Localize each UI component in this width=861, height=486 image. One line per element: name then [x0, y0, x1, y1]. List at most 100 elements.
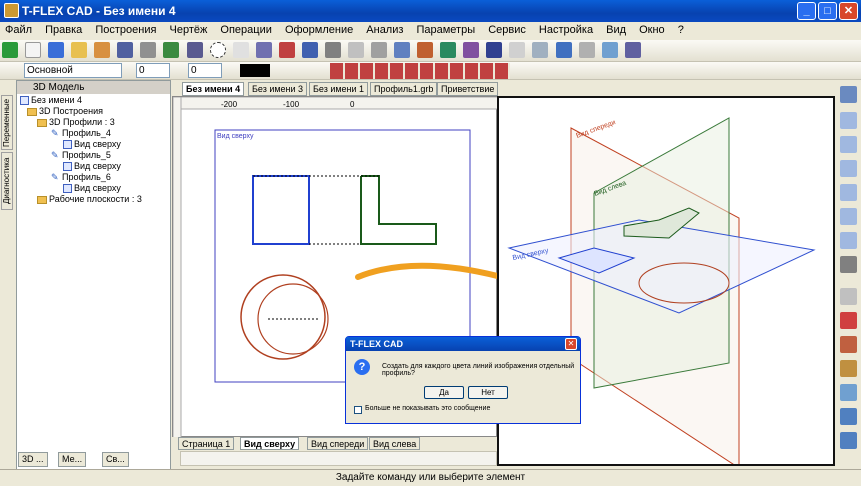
extrude-icon[interactable]	[440, 42, 457, 58]
priority-combo[interactable]: 0	[188, 63, 222, 78]
tree-item[interactable]: Вид сверху	[63, 183, 121, 194]
tree-item[interactable]: 3D Построения	[27, 106, 103, 116]
zoom-window-icon[interactable]	[840, 136, 857, 153]
3d-node-icon[interactable]	[394, 42, 411, 58]
loft-icon[interactable]	[486, 42, 503, 58]
sheet-tab[interactable]: Вид слева	[369, 437, 421, 450]
zoom-icon[interactable]	[840, 112, 857, 129]
menu-service[interactable]: Сервис	[483, 22, 531, 38]
l-profile[interactable]	[360, 175, 437, 245]
wireframe-icon[interactable]	[840, 336, 857, 353]
tree-item[interactable]: Вид сверху	[63, 139, 121, 150]
clip-icon[interactable]	[578, 42, 595, 58]
sheet-tab-active[interactable]: Вид сверху	[240, 437, 300, 450]
yes-button[interactable]: Да	[424, 386, 464, 399]
tab-diagnostics[interactable]: Диагностика	[1, 152, 13, 210]
ruler-top-label: -100	[283, 100, 300, 109]
rotate-view-icon[interactable]	[840, 86, 857, 103]
menu-file[interactable]: Файл	[0, 22, 37, 38]
open-icon[interactable]	[71, 42, 88, 58]
menu-operations[interactable]: Операции	[215, 22, 276, 38]
tab-variables[interactable]: Переменные	[1, 95, 13, 150]
view-cube-icon[interactable]	[840, 384, 857, 401]
new-doc-icon[interactable]	[25, 42, 42, 58]
sketch-icon[interactable]	[278, 42, 295, 58]
menu-window[interactable]: Окно	[634, 22, 670, 38]
calculator-icon[interactable]	[624, 42, 641, 58]
level-combo[interactable]: 0	[136, 63, 170, 78]
zoom-out-icon[interactable]	[840, 208, 857, 225]
rotate-icon[interactable]	[463, 42, 480, 58]
no-button[interactable]: Нет	[468, 386, 508, 399]
measure-icon[interactable]	[601, 42, 618, 58]
horizontal-scrollbar[interactable]	[180, 451, 497, 466]
tree-item[interactable]: ✎ Профиль_6	[51, 172, 111, 182]
zoom-fit-icon[interactable]	[840, 160, 857, 177]
menu-format[interactable]: Оформление	[280, 22, 358, 38]
layer-combo[interactable]: Основной	[24, 63, 122, 78]
undo-icon[interactable]	[163, 42, 180, 58]
doc-tab[interactable]: Приветствие	[437, 82, 499, 96]
shade-icon[interactable]	[840, 312, 857, 329]
doc-tab-active[interactable]: Без имени 4	[182, 82, 245, 96]
checkmark-icon[interactable]	[2, 42, 18, 58]
close-button[interactable]: ✕	[839, 2, 858, 20]
tree-item[interactable]: Без имени 4	[20, 95, 82, 106]
line-icon[interactable]	[186, 42, 203, 58]
doc-tab[interactable]: Без имени 1	[309, 82, 369, 96]
tab-3d-model[interactable]: 3D ...	[18, 452, 48, 467]
3d-profile-icon[interactable]	[417, 42, 434, 58]
snap-toolbar-icons[interactable]	[330, 63, 510, 79]
circle-profile[interactable]	[240, 274, 326, 360]
square-profile[interactable]	[252, 175, 310, 245]
iso-view-icon[interactable]	[840, 432, 857, 449]
menu-settings[interactable]: Настройка	[534, 22, 598, 38]
dont-show-checkbox[interactable]	[354, 406, 362, 414]
circle-icon[interactable]	[209, 42, 226, 58]
dialog-close-button[interactable]: ✕	[565, 338, 577, 350]
glasses-icon[interactable]	[840, 256, 857, 273]
doc-tab[interactable]: Профиль1.grb	[370, 82, 438, 96]
maximize-button[interactable]: □	[818, 2, 837, 20]
color-swatch[interactable]	[240, 64, 270, 77]
render-icon[interactable]	[840, 288, 857, 305]
hatch-icon[interactable]	[324, 42, 341, 58]
fillet-icon[interactable]	[532, 42, 549, 58]
menu-help[interactable]: ?	[673, 22, 689, 38]
checkbox-label: Больше не показывать это сообщение	[365, 405, 491, 412]
tree-item[interactable]: ✎ Профиль_4	[51, 128, 111, 138]
array-icon[interactable]	[555, 42, 572, 58]
tab-properties[interactable]: Св...	[102, 452, 129, 467]
node-icon[interactable]	[232, 42, 249, 58]
graphic-line-icon[interactable]	[301, 42, 318, 58]
pan-icon[interactable]	[840, 232, 857, 249]
save-icon[interactable]	[117, 42, 134, 58]
menu-analysis[interactable]: Анализ	[361, 22, 408, 38]
tree-item[interactable]: Рабочие плоскости : 3	[37, 194, 142, 204]
doc-tab[interactable]: Без имени 3	[248, 82, 308, 96]
tree-item[interactable]: Вид сверху	[63, 161, 121, 172]
menu-view[interactable]: Вид	[601, 22, 631, 38]
zoom-in-icon[interactable]	[840, 184, 857, 201]
window-title: T-FLEX CAD - Без имени 4	[22, 4, 176, 18]
tab-menu[interactable]: Ме...	[58, 452, 87, 467]
tree-item[interactable]: 3D Профили : 3	[37, 117, 115, 127]
new-3d-icon[interactable]	[48, 42, 65, 58]
dimension-icon[interactable]	[347, 42, 364, 58]
menu-drawing[interactable]: Чертёж	[165, 22, 213, 38]
menu-edit[interactable]: Правка	[40, 22, 87, 38]
profile-dialog: T-FLEX CAD ✕ ? Создать для каждого цвета…	[345, 336, 581, 424]
open-recent-icon[interactable]	[94, 42, 111, 58]
minimize-button[interactable]: _	[797, 2, 816, 20]
sheet-tab[interactable]: Вид спереди	[307, 437, 369, 450]
text-icon[interactable]	[371, 42, 387, 58]
menu-construct[interactable]: Построения	[90, 22, 161, 38]
menu-parameters[interactable]: Параметры	[411, 22, 480, 38]
print-icon[interactable]	[140, 42, 157, 58]
hidden-lines-icon[interactable]	[840, 360, 857, 377]
standard-view-icon[interactable]	[840, 408, 857, 425]
shell-icon[interactable]	[509, 42, 526, 58]
sheet-tab[interactable]: Страница 1	[178, 437, 235, 450]
tree-item[interactable]: ✎ Профиль_5	[51, 150, 111, 160]
construct-icon[interactable]	[255, 42, 272, 58]
